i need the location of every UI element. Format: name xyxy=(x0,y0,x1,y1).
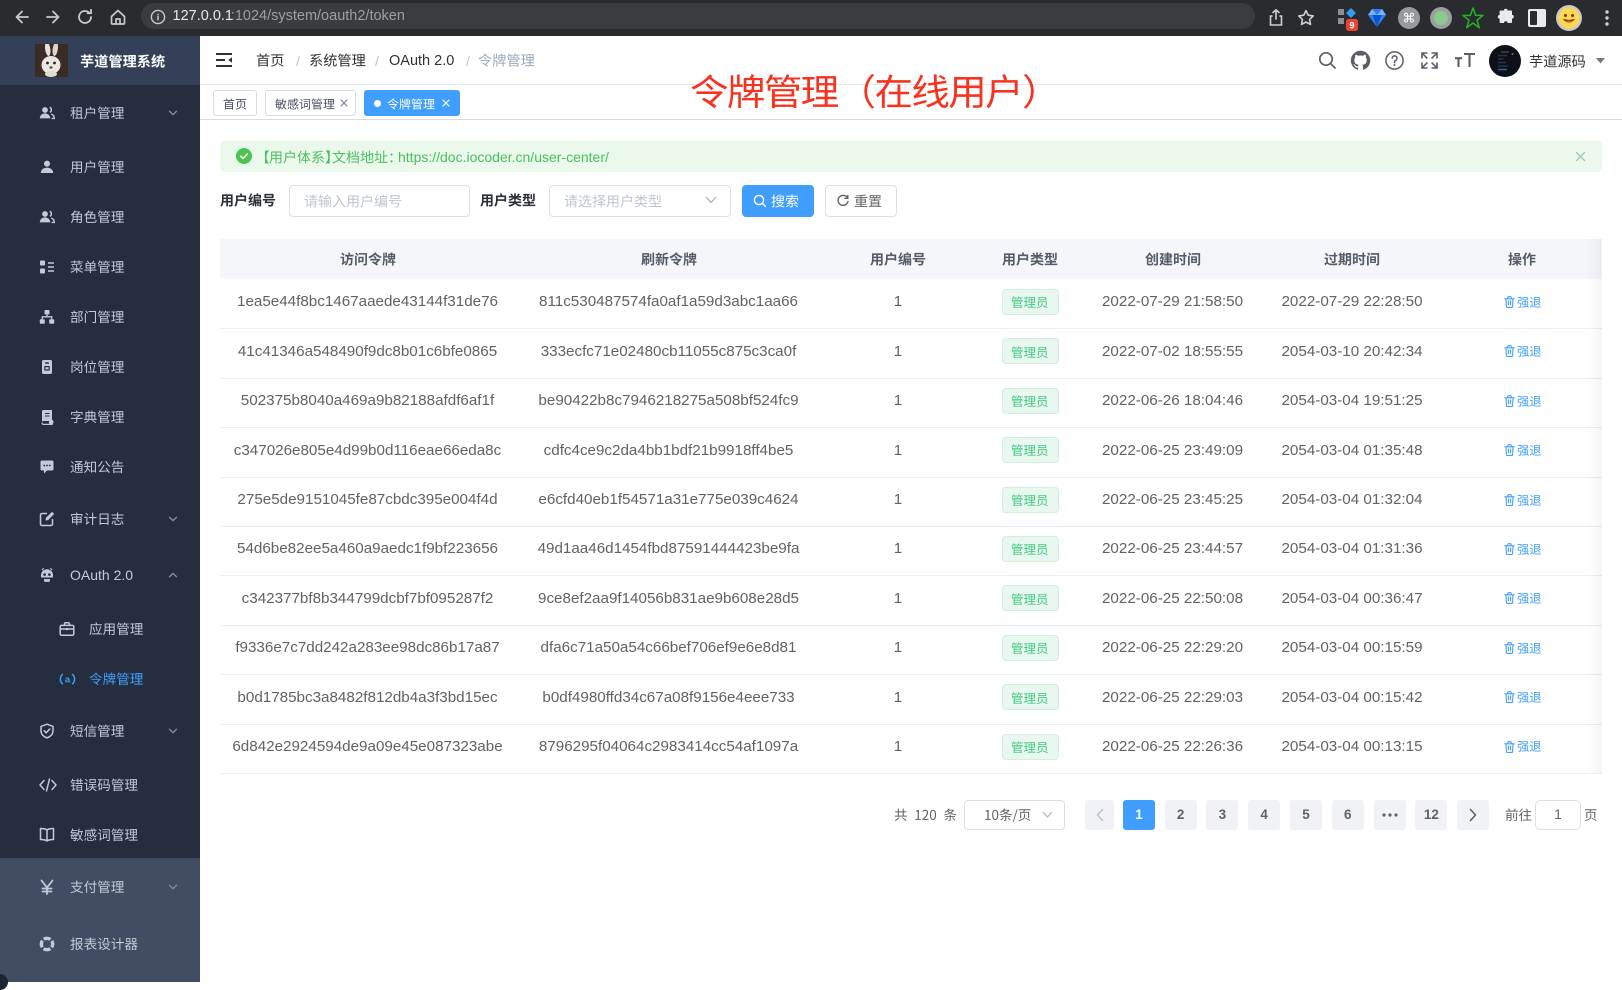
svg-text:⌘: ⌘ xyxy=(1403,11,1416,26)
svg-text:9: 9 xyxy=(1349,21,1354,31)
svg-text:a: a xyxy=(65,675,71,686)
